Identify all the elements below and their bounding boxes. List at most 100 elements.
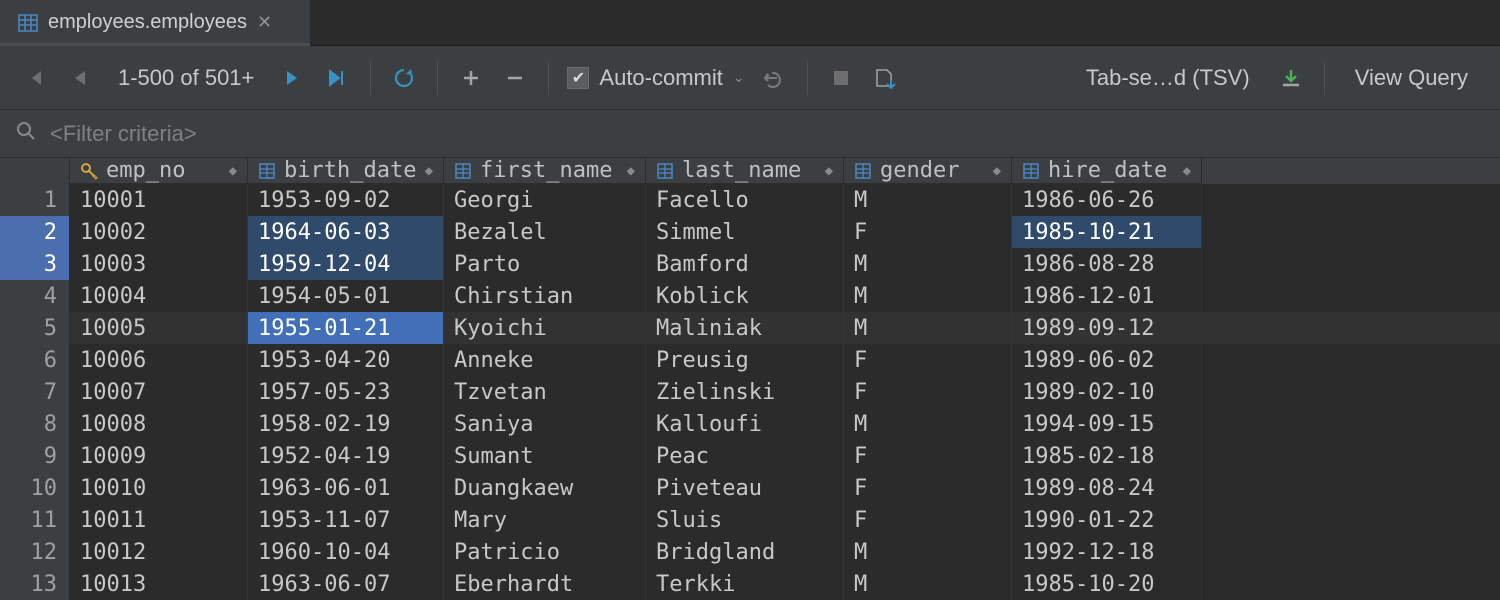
row-number[interactable]: 10 [0,472,70,504]
cell[interactable]: 1986-08-28 [1012,248,1202,280]
download-button[interactable] [1270,57,1312,99]
row-number[interactable]: 8 [0,408,70,440]
cell[interactable]: 1963-06-07 [248,568,444,600]
cell[interactable]: 1964-06-03 [248,216,444,248]
cell[interactable]: F [844,472,1012,504]
cell[interactable]: Anneke [444,344,646,376]
cell[interactable]: 1955-01-21 [248,312,444,344]
next-page-button[interactable] [272,57,314,99]
cell[interactable]: 1953-04-20 [248,344,444,376]
sort-indicator-icon[interactable]: ◆ [993,163,1001,179]
cell[interactable]: Kyoichi [444,312,646,344]
cell[interactable]: 10013 [70,568,248,600]
last-page-button[interactable] [316,57,358,99]
sort-indicator-icon[interactable]: ◆ [1183,163,1191,179]
row-number[interactable]: 6 [0,344,70,376]
cell[interactable]: F [844,344,1012,376]
cell[interactable]: Maliniak [646,312,844,344]
column-header-last_name[interactable]: last_name◆ [646,158,844,184]
close-icon[interactable]: ✕ [257,12,272,33]
table-row[interactable]: 13100131963-06-07EberhardtTerkkiM1985-10… [0,568,1500,600]
table-row[interactable]: 3100031959-12-04PartoBamfordM1986-08-28 [0,248,1500,280]
row-number[interactable]: 1 [0,184,70,216]
editor-tab[interactable]: employees.employees ✕ [0,0,310,45]
cell[interactable]: Koblick [646,280,844,312]
row-number[interactable]: 12 [0,536,70,568]
column-header-gender[interactable]: gender◆ [844,158,1012,184]
cell[interactable]: 1985-02-18 [1012,440,1202,472]
cell[interactable]: Bezalel [444,216,646,248]
cell[interactable]: Parto [444,248,646,280]
cell[interactable]: Bamford [646,248,844,280]
cell[interactable]: Georgi [444,184,646,216]
cell[interactable]: Preusig [646,344,844,376]
cell[interactable]: 10006 [70,344,248,376]
cell[interactable]: 10007 [70,376,248,408]
cell[interactable]: 1989-02-10 [1012,376,1202,408]
column-header-hire_date[interactable]: hire_date◆ [1012,158,1202,184]
prev-page-button[interactable] [58,57,100,99]
cell[interactable]: 10008 [70,408,248,440]
cell[interactable]: Bridgland [646,536,844,568]
table-row[interactable]: 11100111953-11-07MarySluisF1990-01-22 [0,504,1500,536]
cell[interactable]: 1994-09-15 [1012,408,1202,440]
cell[interactable]: 1986-06-26 [1012,184,1202,216]
cell[interactable]: 10005 [70,312,248,344]
table-row[interactable]: 6100061953-04-20AnnekePreusigF1989-06-02 [0,344,1500,376]
cell[interactable]: Sluis [646,504,844,536]
cell[interactable]: 10009 [70,440,248,472]
table-row[interactable]: 9100091952-04-19SumantPeacF1985-02-18 [0,440,1500,472]
column-header-birth_date[interactable]: birth_date◆ [248,158,444,184]
cell[interactable]: 10002 [70,216,248,248]
cell[interactable]: 10012 [70,536,248,568]
cell[interactable]: Terkki [646,568,844,600]
sort-indicator-icon[interactable]: ◆ [825,163,833,179]
row-number[interactable]: 5 [0,312,70,344]
table-row[interactable]: 4100041954-05-01ChirstianKoblickM1986-12… [0,280,1500,312]
cell[interactable]: 1957-05-23 [248,376,444,408]
table-row[interactable]: 5100051955-01-21KyoichiMaliniakM1989-09-… [0,312,1500,344]
cell[interactable]: 1952-04-19 [248,440,444,472]
cell[interactable]: 10001 [70,184,248,216]
row-number[interactable]: 3 [0,248,70,280]
filter-input[interactable]: <Filter criteria> [50,121,1484,147]
rollback-button[interactable] [753,57,795,99]
cell[interactable]: 1989-08-24 [1012,472,1202,504]
cell[interactable]: 1989-06-02 [1012,344,1202,376]
cell[interactable]: M [844,312,1012,344]
ddl-button[interactable] [864,57,906,99]
add-row-button[interactable] [450,57,492,99]
row-number[interactable]: 9 [0,440,70,472]
cell[interactable]: 10010 [70,472,248,504]
row-number[interactable]: 11 [0,504,70,536]
table-row[interactable]: 12100121960-10-04PatricioBridglandM1992-… [0,536,1500,568]
cell[interactable]: Mary [444,504,646,536]
row-number[interactable]: 13 [0,568,70,600]
cell[interactable]: M [844,280,1012,312]
cell[interactable]: M [844,184,1012,216]
sort-indicator-icon[interactable]: ◆ [627,163,635,179]
sort-indicator-icon[interactable]: ◆ [229,163,237,179]
cell[interactable]: Patricio [444,536,646,568]
cell[interactable]: Eberhardt [444,568,646,600]
cell[interactable]: Zielinski [646,376,844,408]
column-header-first_name[interactable]: first_name◆ [444,158,646,184]
cell[interactable]: Simmel [646,216,844,248]
cell[interactable]: 1985-10-20 [1012,568,1202,600]
auto-commit-toggle[interactable]: ✔ Auto-commit ⌄ [561,65,750,91]
stop-button[interactable] [820,57,862,99]
table-row[interactable]: 8100081958-02-19SaniyaKalloufiM1994-09-1… [0,408,1500,440]
cell[interactable]: F [844,376,1012,408]
cell[interactable]: Duangkaew [444,472,646,504]
cell[interactable]: 10004 [70,280,248,312]
export-format-dropdown[interactable]: Tab-se…d (TSV) [1068,65,1268,91]
first-page-button[interactable] [14,57,56,99]
cell[interactable]: 1960-10-04 [248,536,444,568]
refresh-button[interactable] [383,57,425,99]
table-row[interactable]: 7100071957-05-23TzvetanZielinskiF1989-02… [0,376,1500,408]
cell[interactable]: F [844,440,1012,472]
cell[interactable]: 1953-11-07 [248,504,444,536]
row-number[interactable]: 7 [0,376,70,408]
cell[interactable]: 1959-12-04 [248,248,444,280]
sort-indicator-icon[interactable]: ◆ [425,163,433,179]
